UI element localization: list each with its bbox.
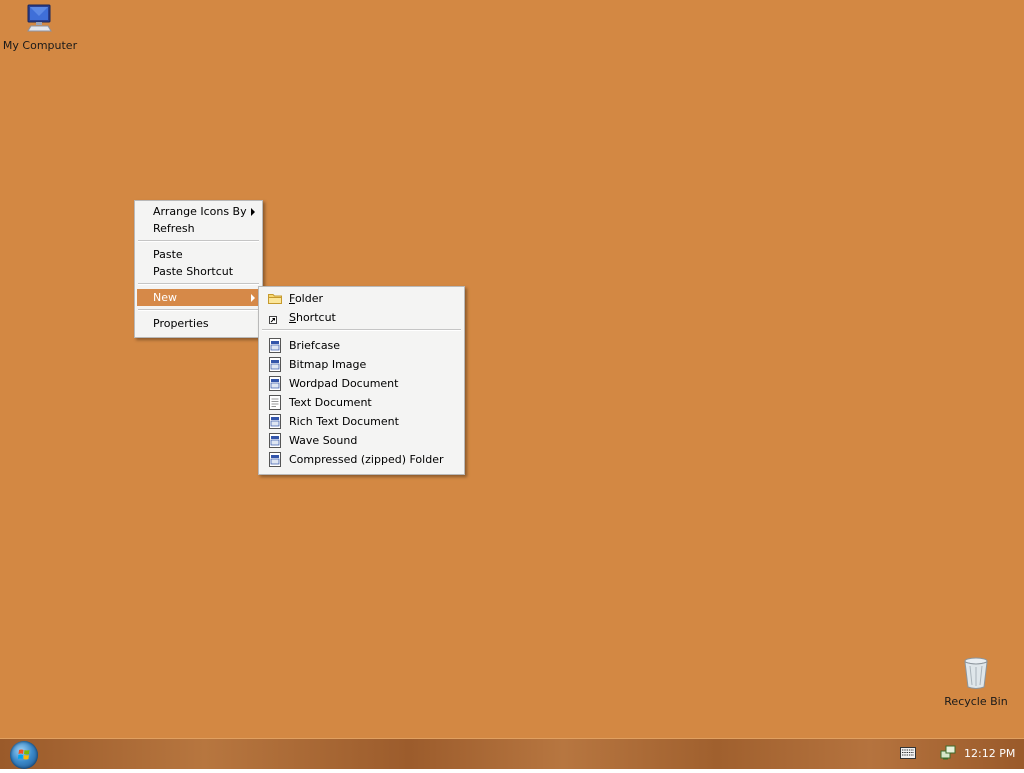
menu-item-properties[interactable]: Properties (137, 315, 260, 332)
windows-orb-icon (18, 749, 30, 760)
submenu-item-label: Bitmap Image (289, 358, 367, 371)
submenu-item-label: hortcut (295, 311, 336, 324)
menu-item-label: Properties (153, 317, 209, 330)
menu-item-label: New (153, 291, 177, 304)
submenu-item-briefcase[interactable]: Briefcase (261, 336, 462, 355)
desktop[interactable]: My Computer Recycle Bin Arrange Icons By… (0, 0, 1024, 738)
shortcut-icon (269, 316, 277, 324)
submenu-item-label: older (294, 292, 323, 305)
submenu-item-wordpad-document[interactable]: Wordpad Document (261, 374, 462, 393)
menu-item-label: Paste Shortcut (153, 265, 234, 278)
clock[interactable]: 12:12 PM (964, 739, 1015, 768)
submenu-item-label-accel: S (289, 311, 296, 324)
taskbar: 12:12 PM (0, 738, 1024, 769)
text-document-icon (269, 395, 281, 410)
submenu-item-label: Briefcase (289, 339, 341, 352)
submenu-arrow-icon (251, 208, 255, 216)
document-icon (269, 433, 281, 448)
submenu-item-text-document[interactable]: Text Document (261, 393, 462, 412)
menu-item-label: Refresh (153, 222, 195, 235)
document-icon (269, 338, 281, 353)
menu-item-arrange-icons-by[interactable]: Arrange Icons By (137, 203, 260, 220)
start-button[interactable] (10, 741, 38, 769)
network-icon[interactable] (940, 745, 956, 761)
keyboard-icon[interactable] (900, 747, 916, 759)
submenu-item-wave-sound[interactable]: Wave Sound (261, 431, 462, 450)
submenu-item-label: Wave Sound (289, 434, 358, 447)
menu-item-refresh[interactable]: Refresh (137, 220, 260, 237)
document-icon (269, 357, 281, 372)
submenu-item-bitmap-image[interactable]: Bitmap Image (261, 355, 462, 374)
computer-icon (27, 4, 52, 32)
submenu-arrow-icon (251, 294, 255, 302)
submenu-item-shortcut[interactable]: Shortcut (261, 308, 462, 327)
submenu-item-compressed-folder[interactable]: Compressed (zipped) Folder (261, 450, 462, 469)
menu-separator (262, 329, 461, 331)
submenu-item-folder[interactable]: Folder (261, 289, 462, 308)
menu-item-new[interactable]: New (137, 289, 260, 306)
menu-item-label: Paste (153, 248, 183, 261)
submenu-item-label: Compressed (zipped) Folder (289, 453, 444, 466)
my-computer-label: My Computer (2, 39, 78, 52)
document-icon (269, 452, 281, 467)
submenu-item-label: Wordpad Document (289, 377, 399, 390)
menu-separator (138, 283, 259, 285)
new-submenu: Folder Shortcut Briefcase Bitmap Image W… (258, 286, 465, 475)
menu-item-paste-shortcut[interactable]: Paste Shortcut (137, 263, 260, 280)
recycle-bin-label: Recycle Bin (944, 695, 1008, 708)
menu-separator (138, 240, 259, 242)
desktop-context-menu: Arrange Icons By Refresh Paste Paste Sho… (134, 200, 263, 338)
document-icon (269, 414, 281, 429)
menu-item-label: Arrange Icons By (153, 205, 247, 218)
document-icon (269, 376, 281, 391)
system-tray: 12:12 PM (884, 739, 1024, 769)
submenu-item-label: Text Document (289, 396, 372, 409)
submenu-item-rich-text-document[interactable]: Rich Text Document (261, 412, 462, 431)
recycle-bin-icon (964, 657, 988, 689)
folder-icon (268, 294, 282, 304)
recycle-bin-desktop-icon[interactable]: Recycle Bin (936, 656, 1016, 708)
menu-item-paste[interactable]: Paste (137, 246, 260, 263)
submenu-item-label: Rich Text Document (289, 415, 399, 428)
my-computer-desktop-icon[interactable]: My Computer (0, 2, 80, 52)
menu-separator (138, 309, 259, 311)
